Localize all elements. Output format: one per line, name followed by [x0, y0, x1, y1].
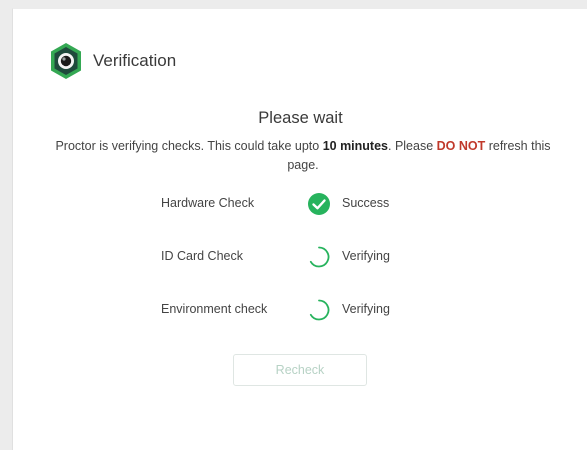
message-prefix: Proctor is verifying checks. This could …: [55, 139, 323, 153]
check-label: Hardware Check: [161, 196, 255, 210]
status-message: Proctor is verifying checks. This could …: [53, 137, 553, 175]
app-title: Verification: [93, 51, 177, 70]
message-duration: 10 minutes: [322, 139, 388, 153]
check-status: Success: [342, 196, 390, 210]
check-row-id-card: ID Card Check Verifying: [13, 245, 587, 271]
status-title: Please wait: [258, 109, 343, 127]
check-label: Environment check: [161, 302, 268, 316]
message-middle: . Please: [388, 139, 437, 153]
check-circle-icon: [308, 193, 330, 215]
spinner-icon: [309, 246, 330, 268]
check-row-environment: Environment check Verifying: [13, 298, 587, 324]
camera-lens-icon: [51, 43, 81, 79]
spinner-icon: [309, 299, 330, 321]
recheck-button[interactable]: Recheck: [233, 354, 367, 386]
check-status: Verifying: [342, 249, 390, 263]
check-label: ID Card Check: [161, 249, 243, 263]
check-row-hardware: Hardware Check Success: [13, 192, 587, 218]
verification-card: Verification Please wait Proctor is veri…: [12, 8, 587, 450]
header: Verification: [49, 42, 176, 80]
message-warning: DO NOT: [436, 139, 486, 153]
check-status: Verifying: [342, 302, 390, 316]
